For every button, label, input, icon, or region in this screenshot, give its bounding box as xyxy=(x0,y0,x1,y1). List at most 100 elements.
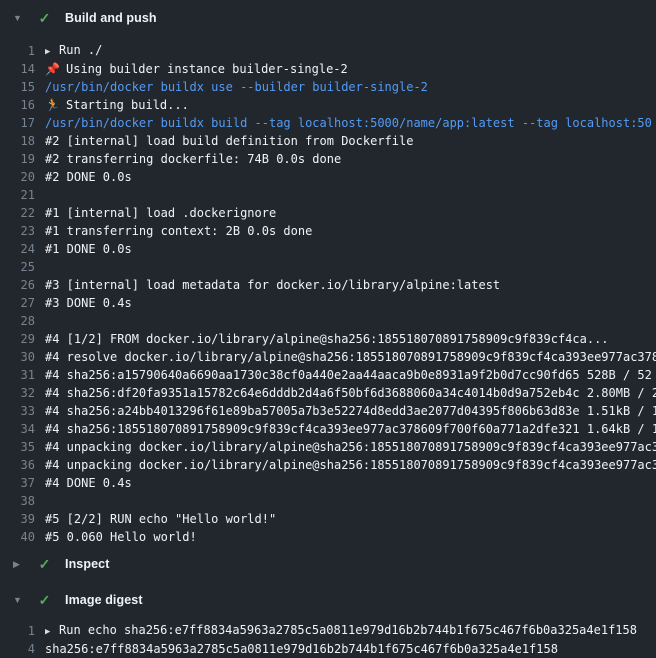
log-text: #3 [internal] load metadata for docker.i… xyxy=(45,276,500,294)
section-label: Inspect xyxy=(65,557,109,571)
log-line: 30 #4 resolve docker.io/library/alpine@sh… xyxy=(0,348,656,366)
log-text: 📌Using builder instance builder-single-2 xyxy=(45,60,348,78)
line-number[interactable]: 24 xyxy=(0,240,35,258)
log-text: #4 [1/2] FROM docker.io/library/alpine@s… xyxy=(45,330,609,348)
line-number[interactable]: 17 xyxy=(0,114,35,132)
log-text: #5 [2/2] RUN echo "Hello world!" xyxy=(45,510,276,528)
log-text: #2 [internal] load build definition from… xyxy=(45,132,413,150)
log-line: 1 ▶Run echo sha256:e7ff8834a5963a2785c5a0… xyxy=(0,622,656,640)
log-text: #5 0.060 Hello world! xyxy=(45,528,197,546)
pushpin-icon: 📌 xyxy=(45,60,60,78)
line-number[interactable]: 37 xyxy=(0,474,35,492)
log-text: #1 transferring context: 2B 0.0s done xyxy=(45,222,312,240)
log-text: #4 unpacking docker.io/library/alpine@sh… xyxy=(45,456,656,474)
log-sections: ▼✓Build and push1▶Run ./14📌Using builder… xyxy=(0,0,656,658)
log-line: 23 #1 transferring context: 2B 0.0s done xyxy=(0,222,656,240)
check-icon: ✓ xyxy=(36,10,53,27)
log-line: 33 #4 sha256:a24bb4013296f61e89ba57005a7b… xyxy=(0,402,656,420)
line-number[interactable]: 25 xyxy=(0,258,35,276)
log-text: #4 sha256:185518070891758909c9f839cf4ca3… xyxy=(45,420,656,438)
line-number[interactable]: 31 xyxy=(0,366,35,384)
log-text: #1 [internal] load .dockerignore xyxy=(45,204,276,222)
run-group-toggle-icon[interactable]: ▶ xyxy=(45,43,59,60)
section-label: Image digest xyxy=(65,593,143,607)
log-text: #4 DONE 0.4s xyxy=(45,474,132,492)
log-line: 27 #3 DONE 0.4s xyxy=(0,294,656,312)
line-number[interactable]: 20 xyxy=(0,168,35,186)
line-number[interactable]: 26 xyxy=(0,276,35,294)
line-number[interactable]: 1 xyxy=(0,42,35,60)
log-line: 21 xyxy=(0,186,656,204)
log-line: 24 #1 DONE 0.0s xyxy=(0,240,656,258)
log-line: 4 sha256:e7ff8834a5963a2785c5a0811e979d16… xyxy=(0,640,656,658)
log-line: 34 #4 sha256:185518070891758909c9f839cf4c… xyxy=(0,420,656,438)
line-number[interactable]: 39 xyxy=(0,510,35,528)
log-block-image-digest: 1 ▶Run echo sha256:e7ff8834a5963a2785c5a0… xyxy=(0,618,656,658)
log-text: sha256:e7ff8834a5963a2785c5a0811e979d16b… xyxy=(45,640,558,658)
line-number[interactable]: 32 xyxy=(0,384,35,402)
line-number[interactable]: 36 xyxy=(0,456,35,474)
log-text: #1 DONE 0.0s xyxy=(45,240,132,258)
line-number[interactable]: 15 xyxy=(0,78,35,96)
log-line: 37 #4 DONE 0.4s xyxy=(0,474,656,492)
log-text: #2 transferring dockerfile: 74B 0.0s don… xyxy=(45,150,341,168)
log-line: 40 #5 0.060 Hello world! xyxy=(0,528,656,546)
line-number[interactable]: 22 xyxy=(0,204,35,222)
log-line: 1▶Run ./ xyxy=(0,42,656,60)
log-line: 28 xyxy=(0,312,656,330)
line-number[interactable]: 18 xyxy=(0,132,35,150)
line-number[interactable]: 23 xyxy=(0,222,35,240)
log-line: 15/usr/bin/docker buildx use --builder b… xyxy=(0,78,656,96)
log-text: /usr/bin/docker buildx build --tag local… xyxy=(45,114,652,132)
log-text: #4 sha256:df20fa9351a15782c64e6dddb2d4a6… xyxy=(45,384,656,402)
line-number[interactable]: 29 xyxy=(0,330,35,348)
log-line: 25 xyxy=(0,258,656,276)
log-text: #4 sha256:a24bb4013296f61e89ba57005a7b3e… xyxy=(45,402,656,420)
line-number[interactable]: 19 xyxy=(0,150,35,168)
log-text: ▶Run echo sha256:e7ff8834a5963a2785c5a08… xyxy=(45,622,637,640)
run-group-toggle-icon[interactable]: ▶ xyxy=(45,623,59,640)
line-number[interactable]: 16 xyxy=(0,96,35,114)
log-line: 26 #3 [internal] load metadata for docker… xyxy=(0,276,656,294)
log-line: 36 #4 unpacking docker.io/library/alpine@… xyxy=(0,456,656,474)
section-label: Build and push xyxy=(65,11,157,25)
chevron-right-icon[interactable]: ▶ xyxy=(13,559,28,570)
line-number[interactable]: 28 xyxy=(0,312,35,330)
line-number[interactable]: 4 xyxy=(0,640,35,658)
log-text: #2 DONE 0.0s xyxy=(45,168,132,186)
line-number[interactable]: 30 xyxy=(0,348,35,366)
log-text: #4 sha256:a15790640a6690aa1730c38cf0a440… xyxy=(45,366,652,384)
line-number[interactable]: 34 xyxy=(0,420,35,438)
log-line: 17/usr/bin/docker buildx build --tag loc… xyxy=(0,114,656,132)
log-text: #4 resolve docker.io/library/alpine@sha2… xyxy=(45,348,656,366)
log-text: 🏃Starting build... xyxy=(45,96,189,114)
check-icon: ✓ xyxy=(36,592,53,609)
log-line: 19 #2 transferring dockerfile: 74B 0.0s d… xyxy=(0,150,656,168)
log-text: #3 DONE 0.4s xyxy=(45,294,132,312)
line-number[interactable]: 21 xyxy=(0,186,35,204)
log-text: #4 unpacking docker.io/library/alpine@sh… xyxy=(45,438,656,456)
section-header-build-and-push[interactable]: ▼ ✓ Build and push xyxy=(0,0,656,36)
log-line: 32 #4 sha256:df20fa9351a15782c64e6dddb2d4… xyxy=(0,384,656,402)
log-text: /usr/bin/docker buildx use --builder bui… xyxy=(45,78,428,96)
line-number[interactable]: 35 xyxy=(0,438,35,456)
log-line: 18 #2 [internal] load build definition fr… xyxy=(0,132,656,150)
log-line: 38 xyxy=(0,492,656,510)
line-number[interactable]: 38 xyxy=(0,492,35,510)
line-number[interactable]: 40 xyxy=(0,528,35,546)
line-number[interactable]: 1 xyxy=(0,622,35,640)
log-line: 39 #5 [2/2] RUN echo "Hello world!" xyxy=(0,510,656,528)
line-number[interactable]: 33 xyxy=(0,402,35,420)
log-line: 35 #4 unpacking docker.io/library/alpine@… xyxy=(0,438,656,456)
chevron-down-icon[interactable]: ▼ xyxy=(13,595,28,605)
workflow-log-viewer: ▼✓Build and push1▶Run ./14📌Using builder… xyxy=(0,0,656,658)
section-header-inspect[interactable]: ▶✓Inspect xyxy=(0,546,656,582)
runner-icon: 🏃 xyxy=(45,96,60,114)
log-line: 31 #4 sha256:a15790640a6690aa1730c38cf0a4… xyxy=(0,366,656,384)
section-header-image-digest[interactable]: ▼ ✓ Image digest xyxy=(0,582,656,618)
log-line: 20 #2 DONE 0.0s xyxy=(0,168,656,186)
chevron-down-icon[interactable]: ▼ xyxy=(13,13,28,23)
log-line: 22 #1 [internal] load .dockerignore xyxy=(0,204,656,222)
line-number[interactable]: 27 xyxy=(0,294,35,312)
line-number[interactable]: 14 xyxy=(0,60,35,78)
